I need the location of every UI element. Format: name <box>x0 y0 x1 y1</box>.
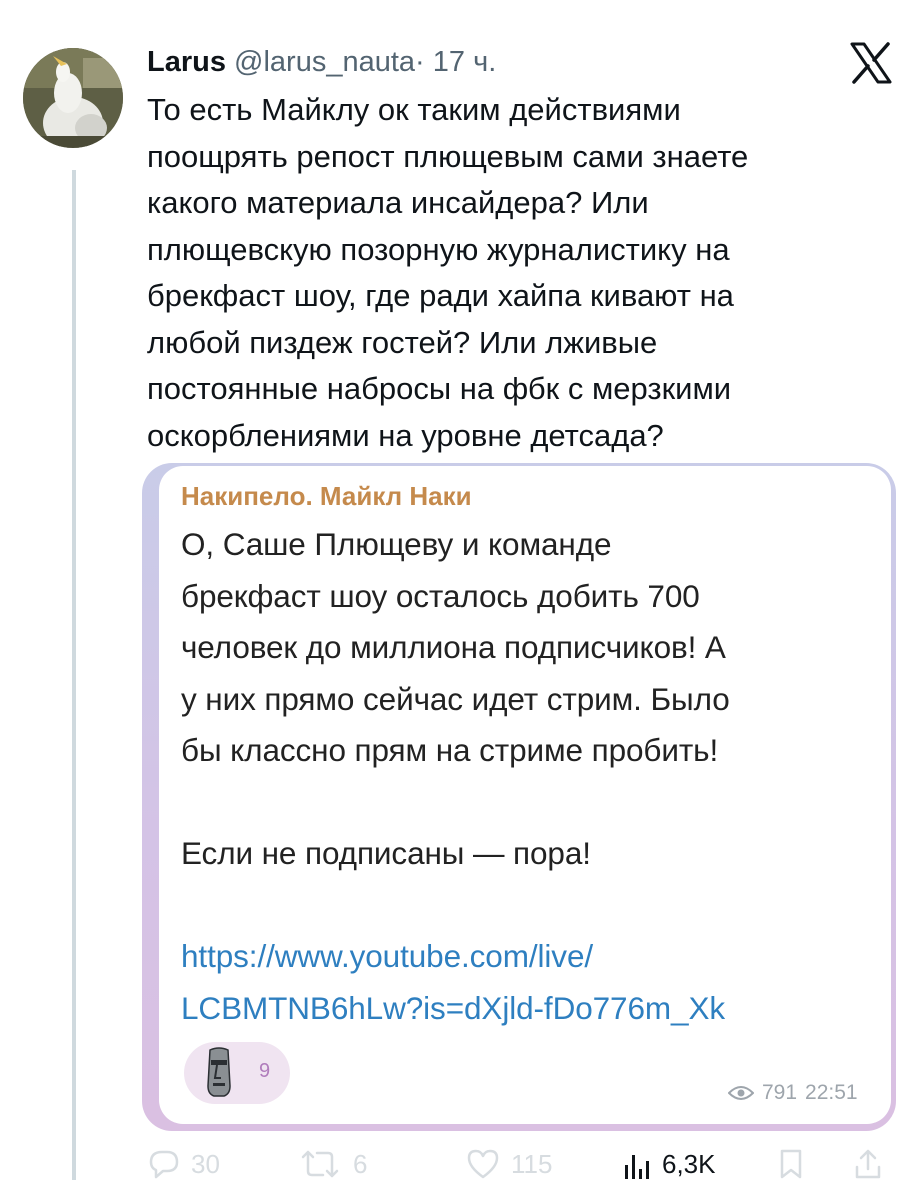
heart-icon <box>467 1149 499 1179</box>
post-call-to-action: Если не подписаны — пора! <box>181 835 591 871</box>
channel-name[interactable]: Накипело. Майкл Наки <box>181 480 472 512</box>
reaction-count: 9 <box>259 1060 271 1082</box>
post-link-line[interactable]: LCBMTNB6hLw?is=dXjld-fDo776m_Xk <box>181 983 881 1035</box>
reaction-chip[interactable]: 9 <box>184 1042 290 1104</box>
reply-icon <box>149 1150 179 1179</box>
tweet-text-line: брекфаст шоу, где ради хайпа кивают на <box>147 278 734 313</box>
post-text-line: у них прямо сейчас идет стрим. Было <box>181 680 730 717</box>
thread-connector-line <box>72 170 76 1180</box>
reply-count: 30 <box>191 1148 220 1179</box>
post-text-line: О, Саше Плющеву и команде <box>181 526 612 562</box>
separator-dot: · <box>415 46 425 78</box>
post-views: 791 <box>762 1081 798 1104</box>
telegram-post-body: О, Саше Плющеву и команде брекфаст шоу о… <box>181 519 881 1034</box>
post-info: 791 22:51 <box>728 1081 858 1105</box>
moai-emoji-icon <box>207 1047 231 1097</box>
retweet-icon <box>301 1150 339 1178</box>
eye-icon <box>728 1086 754 1100</box>
share-icon <box>855 1149 881 1179</box>
bookmark-icon <box>780 1149 802 1179</box>
bookmark-button[interactable] <box>777 1147 805 1181</box>
like-count: 115 <box>511 1148 553 1179</box>
tweet-text-line: постоянные набросы на фбк с мерзкими <box>147 371 732 406</box>
tweet-text-line: любой пиздеж гостей? Или лживые <box>147 324 658 360</box>
reply-button[interactable]: 30 <box>147 1147 220 1181</box>
x-logo-icon[interactable] <box>848 40 894 86</box>
bird-avatar-image <box>23 48 123 148</box>
post-text-line: бы классно прям на стриме пробить! <box>181 732 719 768</box>
post-time: 22:51 <box>805 1081 858 1104</box>
retweet-button[interactable]: 6 <box>297 1147 367 1181</box>
analytics-bars-icon <box>625 1155 649 1179</box>
tweet-header: Larus @larus_nauta· 17 ч. <box>147 44 496 80</box>
retweet-count: 6 <box>353 1148 368 1179</box>
tweet-actions-bar: 30 6 115 6,3K <box>147 1147 897 1191</box>
share-button[interactable] <box>852 1147 884 1181</box>
views-count: 6,3K <box>662 1148 716 1179</box>
post-text-line: брекфаст шоу осталось добить 700 <box>181 577 700 614</box>
tweet-text-line: поощрять репост плющевым сами знаете <box>147 138 749 174</box>
views-button[interactable]: 6,3K <box>622 1147 716 1181</box>
tweet-text-line: плющевскую позорную журналистику на <box>147 231 730 267</box>
author-name[interactable]: Larus <box>147 46 226 78</box>
tweet-text-line: какого материала инсайдера? Или <box>147 185 649 220</box>
tweet-text-line: То есть Майклу ок таким действиями <box>147 92 681 127</box>
avatar[interactable] <box>23 48 123 148</box>
post-text-line: человек до миллиона подписчиков! А <box>181 629 726 665</box>
tweet-text-line: оскорблениями на уровне детсада? <box>147 417 664 453</box>
author-handle[interactable]: @larus_nauta <box>234 46 415 78</box>
like-button[interactable]: 115 <box>465 1147 552 1181</box>
tweet-time[interactable]: 17 ч. <box>433 46 496 78</box>
post-link-line[interactable]: https://www.youtube.com/live/ <box>181 931 881 983</box>
tweet-text: То есть Майклу ок таким действиями поощр… <box>147 87 877 459</box>
